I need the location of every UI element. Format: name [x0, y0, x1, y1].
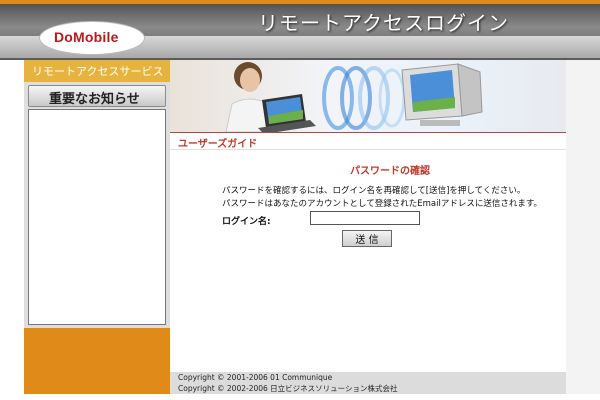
domobile-logo: DoMobile [40, 22, 144, 54]
footer: Copyright © 2001-2006 01 Communique Copy… [170, 372, 566, 394]
copyright-line-1: Copyright © 2001-2006 01 Communique [178, 373, 333, 382]
copyright-line-2: Copyright © 2002-2006 日立ビジネスソリューション株式会社 [178, 384, 398, 393]
monitor-side [457, 63, 483, 117]
sidebar-panel: 重要なお知らせ [24, 82, 170, 328]
sidebar-footer-block [24, 328, 170, 394]
send-button[interactable]: 送 信 [342, 230, 392, 247]
login-name-input[interactable] [310, 211, 420, 225]
instruction-text-2: パスワードはあなたのアカウントとして登録されたEmailアドレスに送信されます。 [222, 199, 542, 209]
users-guide-bar: ユーザーズガイド [170, 132, 566, 150]
signal-ring-4 [378, 68, 406, 128]
page-title: リモートアクセスログイン [258, 11, 509, 35]
logo-text: DoMobile [54, 29, 119, 45]
instruction-text-1: パスワードを確認するには、ログイン名を再確認して[送信]を押してください。 [222, 186, 526, 196]
header-accent-stripe [0, 0, 600, 4]
hero-banner-image [170, 60, 566, 132]
users-guide-link[interactable]: ユーザーズガイド [178, 135, 257, 150]
login-name-label: ログイン名: [222, 217, 271, 227]
notice-content-box[interactable] [28, 109, 166, 325]
woman-face [240, 68, 260, 92]
hero-illustration [225, 62, 483, 132]
important-notice-button[interactable]: 重要なお知らせ [28, 85, 166, 107]
service-label: リモートアクセスサービス [32, 65, 164, 78]
service-header: リモートアクセスサービス [24, 60, 170, 82]
main-content: パスワードの確認 パスワードを確認するには、ログイン名を再確認して[送信]を押し… [170, 150, 566, 372]
right-gutter [566, 60, 600, 394]
monitor-stand [420, 120, 460, 126]
important-notice-label: 重要なお知らせ [49, 92, 140, 107]
section-title: パスワードの確認 [350, 166, 430, 177]
header-bar: リモートアクセスログイン DoMobile [0, 0, 600, 60]
